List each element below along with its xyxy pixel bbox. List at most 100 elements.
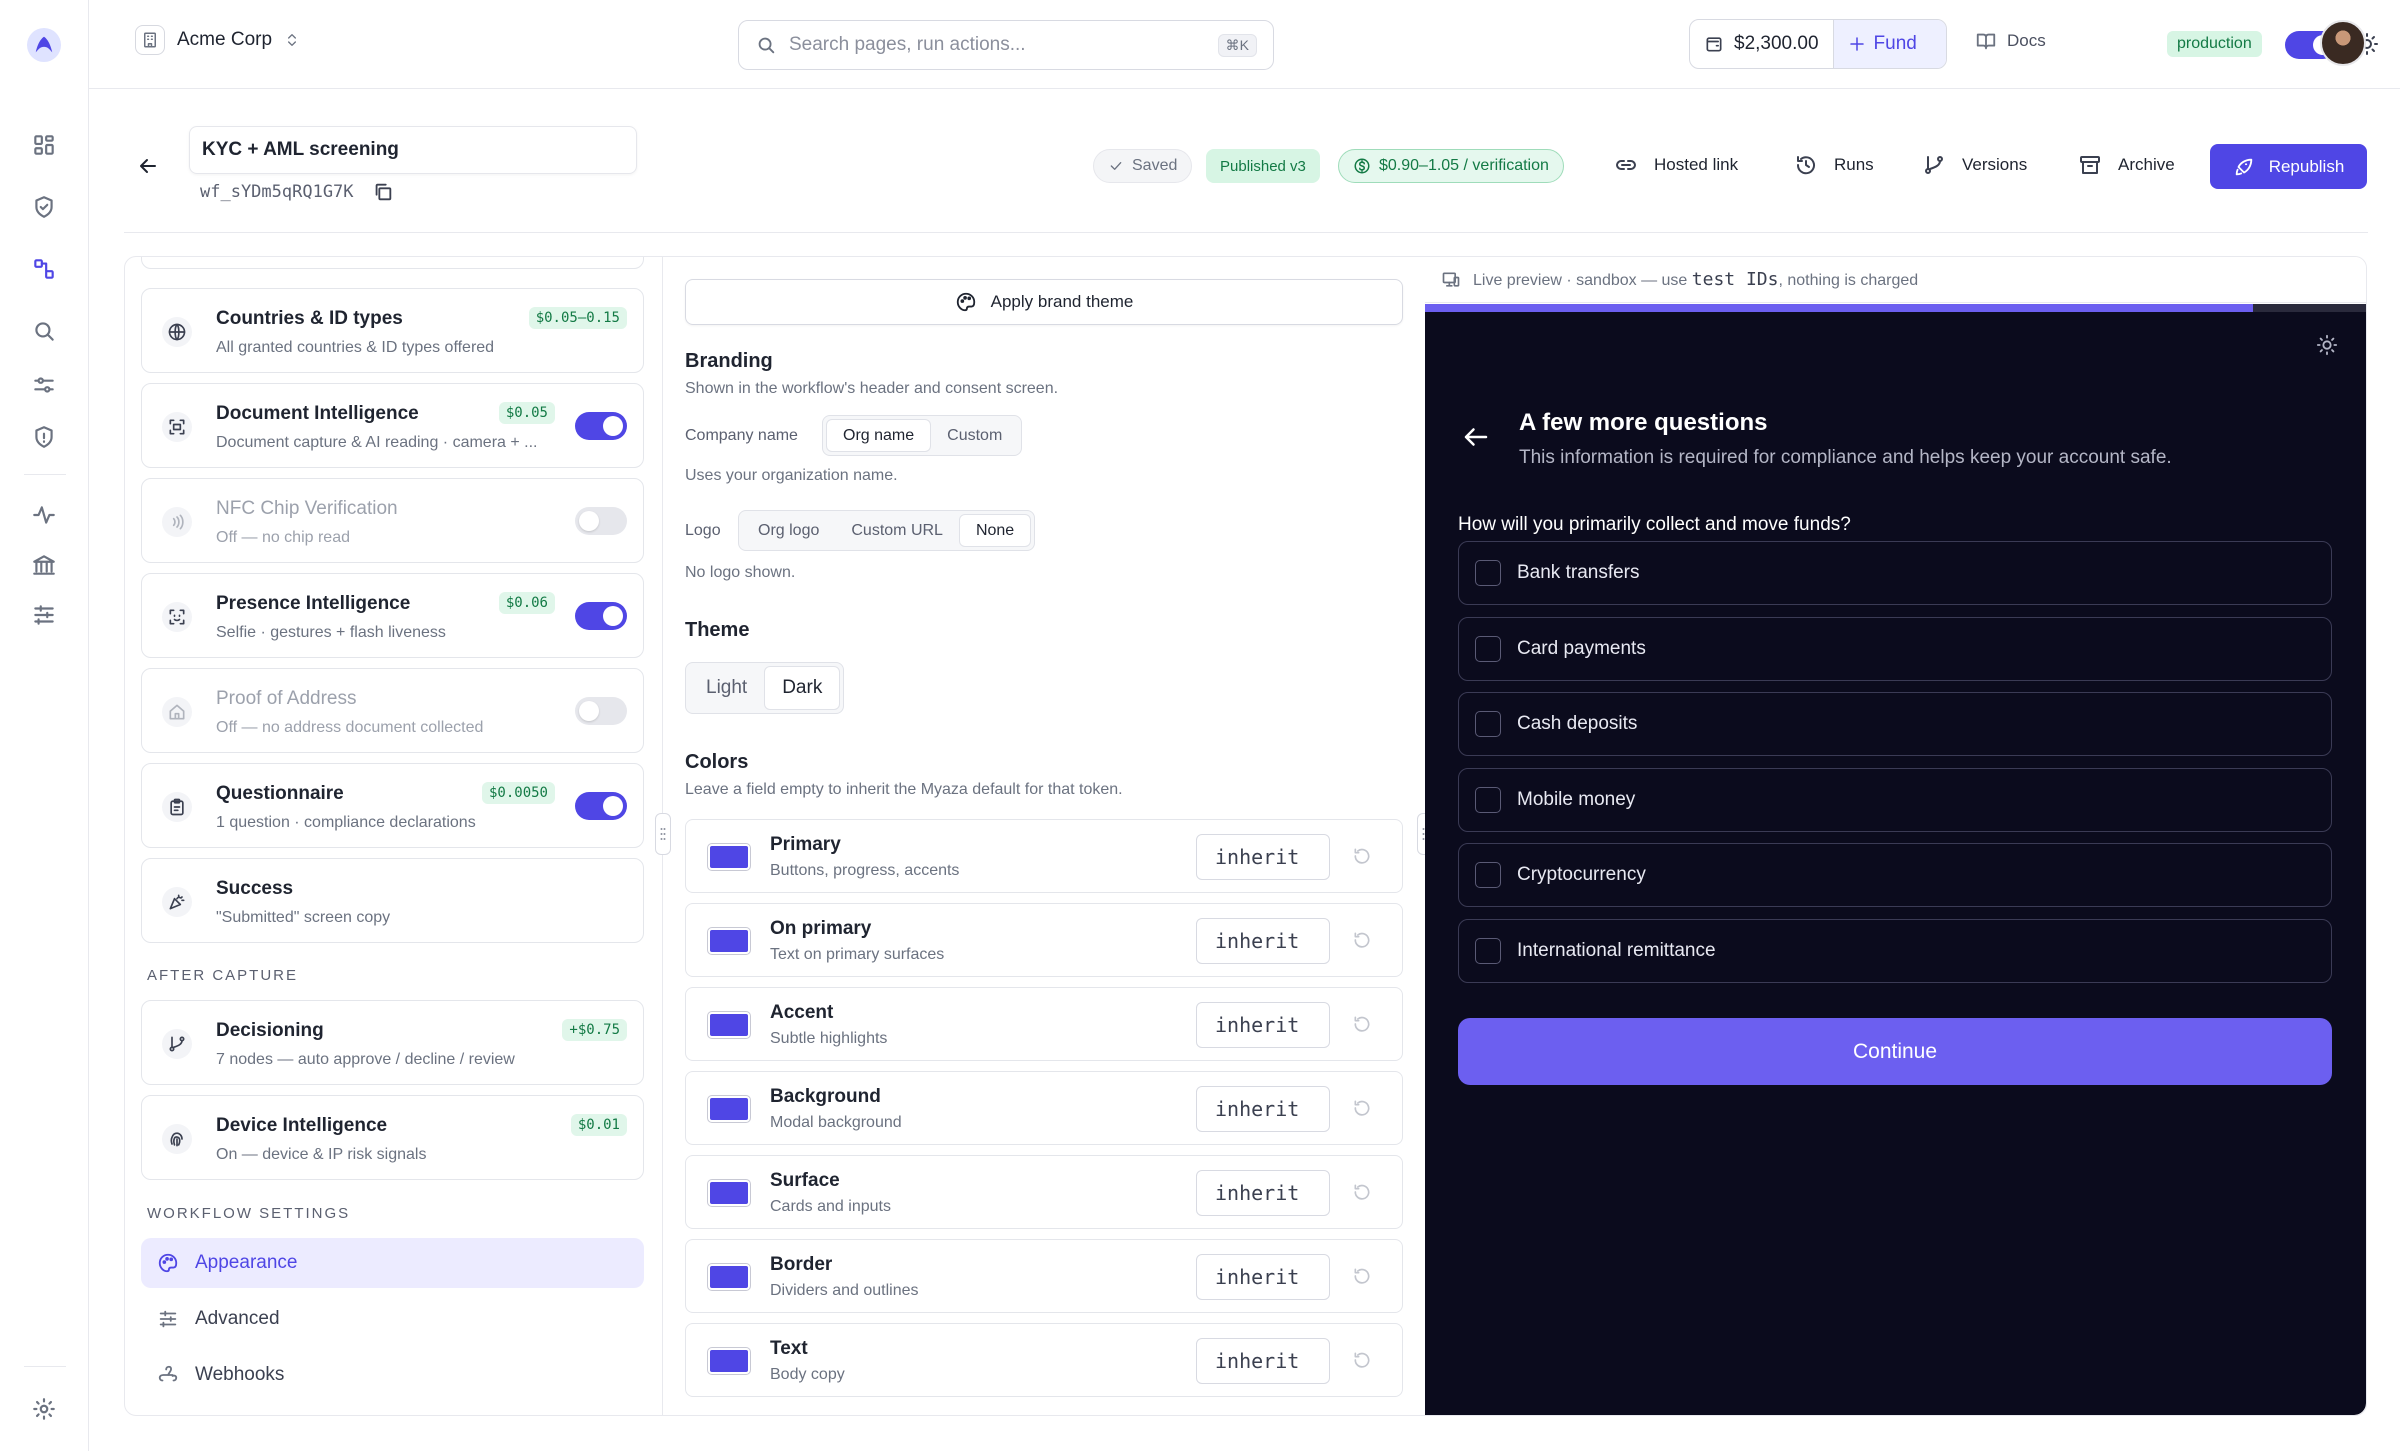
color-input[interactable]: inherit — [1196, 834, 1330, 880]
option-label: International remittance — [1517, 939, 1716, 961]
step-proof-of-address[interactable]: Proof of Address Off — no address docume… — [141, 668, 644, 753]
shield-alert-icon[interactable] — [31, 424, 57, 450]
color-input[interactable]: inherit — [1196, 1254, 1330, 1300]
step-success[interactable]: Success "Submitted" screen copy — [141, 858, 644, 943]
cost-badge: $0.05 — [498, 402, 555, 424]
color-swatch[interactable] — [707, 1179, 751, 1207]
search-icon[interactable] — [31, 318, 57, 344]
color-swatch[interactable] — [707, 843, 751, 871]
reset-icon[interactable] — [1352, 1098, 1372, 1118]
dashboard-icon[interactable] — [31, 132, 57, 158]
company-name-hint: Uses your organization name. — [685, 467, 898, 484]
reset-icon[interactable] — [1352, 930, 1372, 950]
activity-icon[interactable] — [31, 502, 57, 528]
reset-icon[interactable] — [1352, 1182, 1372, 1202]
cost-badge: $0.01 — [570, 1114, 627, 1136]
option-custom-url[interactable]: Custom URL — [835, 514, 959, 547]
answer-option[interactable]: Bank transfers — [1458, 541, 2332, 605]
sun-icon[interactable] — [2316, 334, 2338, 356]
progress-bar — [1425, 304, 2366, 312]
color-input[interactable]: inherit — [1196, 918, 1330, 964]
nav-webhooks[interactable]: Webhooks — [141, 1350, 644, 1400]
reset-icon[interactable] — [1352, 846, 1372, 866]
step-presence-intelligence[interactable]: Presence Intelligence Selfie · gestures … — [141, 573, 644, 658]
republish-button[interactable]: Republish — [2210, 144, 2367, 189]
back-arrow-icon[interactable] — [1461, 422, 1491, 452]
archive-button[interactable]: Archive — [2078, 153, 2175, 177]
option-org-logo[interactable]: Org logo — [742, 514, 835, 547]
workflows-icon[interactable] — [31, 256, 57, 282]
answer-option[interactable]: Cryptocurrency — [1458, 843, 2332, 907]
step-toggle[interactable] — [575, 697, 627, 725]
step-toggle[interactable] — [575, 507, 627, 535]
step-toggle[interactable] — [575, 792, 627, 820]
color-swatch[interactable] — [707, 1263, 751, 1291]
color-input[interactable]: inherit — [1196, 1338, 1330, 1384]
nav-advanced[interactable]: Advanced — [141, 1294, 644, 1344]
list-item[interactable] — [141, 257, 644, 269]
copy-icon[interactable] — [372, 181, 394, 203]
checkbox[interactable] — [1475, 711, 1501, 737]
step-nfc[interactable]: NFC Chip Verification Off — no chip read — [141, 478, 644, 563]
step-countries[interactable]: Countries & ID types All granted countri… — [141, 288, 644, 373]
color-name: Background — [770, 1086, 881, 1107]
reset-icon[interactable] — [1352, 1350, 1372, 1370]
color-input[interactable]: inherit — [1196, 1002, 1330, 1048]
color-input[interactable]: inherit — [1196, 1170, 1330, 1216]
settings-icon[interactable] — [31, 1396, 57, 1422]
checkbox[interactable] — [1475, 560, 1501, 586]
option-dark[interactable]: Dark — [764, 666, 841, 710]
workflow-title-input[interactable]: KYC + AML screening — [189, 126, 637, 174]
docs-link[interactable]: Docs — [1975, 30, 2046, 52]
answer-option[interactable]: Cash deposits — [1458, 692, 2332, 756]
back-arrow-icon[interactable] — [136, 154, 160, 178]
app-logo[interactable] — [27, 28, 61, 62]
step-device-intelligence[interactable]: Device Intelligence On — device & IP ris… — [141, 1095, 644, 1180]
shield-check-icon[interactable] — [31, 194, 57, 220]
option-none[interactable]: None — [958, 514, 1032, 547]
step-subtitle: Selfie · gestures + flash liveness — [216, 624, 446, 641]
color-swatch[interactable] — [707, 1095, 751, 1123]
reset-icon[interactable] — [1352, 1266, 1372, 1286]
checkbox[interactable] — [1475, 635, 1501, 662]
answer-option[interactable]: Card payments — [1458, 616, 2332, 681]
color-swatch[interactable] — [707, 927, 751, 955]
answer-option[interactable]: International remittance — [1458, 918, 2332, 983]
nav-appearance[interactable]: Appearance — [141, 1238, 644, 1288]
step-subtitle: Off — no address document collected — [216, 719, 484, 736]
step-toggle[interactable] — [575, 412, 627, 440]
color-input[interactable]: inherit — [1196, 1086, 1330, 1132]
checkbox[interactable] — [1475, 862, 1501, 888]
option-custom[interactable]: Custom — [931, 419, 1018, 452]
nav-label: Webhooks — [195, 1364, 285, 1385]
logo-selector: Org logo Custom URL None — [738, 510, 1036, 551]
color-desc: Subtle highlights — [770, 1030, 888, 1047]
apply-brand-theme-button[interactable]: Apply brand theme — [685, 279, 1403, 325]
step-document-intelligence[interactable]: Document Intelligence Document capture &… — [141, 383, 644, 468]
step-toggle[interactable] — [575, 602, 627, 630]
color-name: Primary — [770, 834, 841, 855]
user-avatar[interactable] — [2320, 20, 2366, 66]
checkbox[interactable] — [1475, 786, 1501, 813]
runs-button[interactable]: Runs — [1794, 153, 1874, 177]
versions-button[interactable]: Versions — [1922, 153, 2027, 177]
search-input[interactable]: Search pages, run actions... ⌘K — [738, 20, 1274, 70]
checkbox[interactable] — [1475, 937, 1501, 964]
filters-icon[interactable] — [31, 372, 57, 398]
step-decisioning[interactable]: Decisioning 7 nodes — auto approve / dec… — [141, 1000, 644, 1085]
answer-option[interactable]: Mobile money — [1458, 767, 2332, 832]
globe-icon — [162, 317, 192, 347]
color-swatch[interactable] — [707, 1347, 751, 1375]
option-org-name[interactable]: Org name — [826, 419, 932, 452]
reset-icon[interactable] — [1352, 1014, 1372, 1034]
sliders-icon[interactable] — [31, 602, 57, 628]
org-switcher[interactable]: Acme Corp — [135, 25, 300, 55]
option-light[interactable]: Light — [689, 666, 764, 710]
fund-button[interactable]: Fund — [1832, 20, 1946, 68]
step-questionnaire[interactable]: Questionnaire 1 question · compliance de… — [141, 763, 644, 848]
hosted-link-button[interactable]: Hosted link — [1614, 153, 1738, 177]
face-scan-icon — [162, 602, 192, 632]
bank-icon[interactable] — [31, 552, 57, 578]
continue-button[interactable]: Continue — [1458, 1018, 2332, 1085]
color-swatch[interactable] — [707, 1011, 751, 1039]
